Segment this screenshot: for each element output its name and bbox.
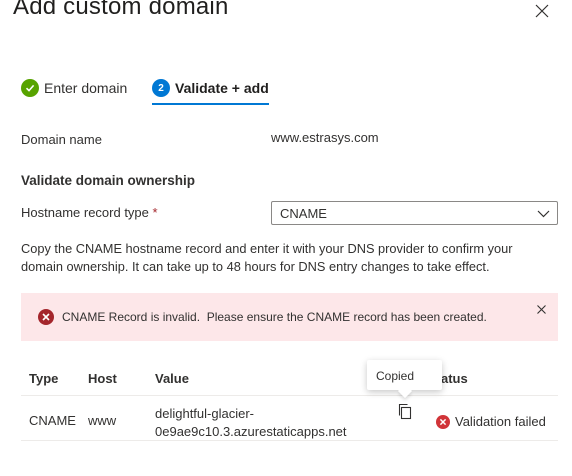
error-circle-icon (38, 309, 54, 325)
domain-name-label: Domain name (21, 132, 102, 147)
copy-icon (398, 403, 412, 420)
record-type-selected: CNAME (280, 206, 327, 221)
step-label: Enter domain (44, 80, 128, 96)
close-button[interactable] (530, 0, 554, 22)
active-step-indicator (152, 103, 269, 105)
step-validate-add[interactable]: 2 Validate + add (152, 77, 269, 99)
table-header-divider (21, 395, 558, 396)
column-header-host: Host (88, 371, 117, 386)
required-marker: * (152, 205, 158, 220)
close-icon (535, 4, 549, 18)
checkmark-circle-icon (21, 79, 39, 97)
record-type-dropdown[interactable]: CNAME (271, 201, 558, 225)
step-number-badge: 2 (152, 79, 170, 97)
validate-ownership-heading: Validate domain ownership (21, 173, 196, 188)
status-text: Validation failed (455, 414, 546, 429)
close-icon (536, 304, 546, 314)
record-type-cell: CNAME (29, 413, 76, 428)
record-type-label-text: Hostname record type (21, 205, 149, 220)
record-value-line2: 0e9ae9c10.3.azurestaticapps.net (155, 424, 347, 439)
copy-value-button[interactable] (397, 403, 413, 420)
record-type-label: Hostname record type * (21, 205, 158, 220)
record-value-line1: delightful-glacier- (155, 406, 254, 421)
step-label: Validate + add (175, 80, 269, 96)
table-row-divider (21, 440, 558, 441)
record-host-cell: www (88, 413, 117, 428)
domain-name-value: www.estrasys.com (271, 130, 379, 145)
chevron-down-icon (537, 210, 550, 218)
alert-message: CNAME Record is invalid. Please ensure t… (62, 310, 487, 324)
dns-help-text: Copy the CNAME hostname record and enter… (21, 241, 513, 274)
dialog-title: Add custom domain (13, 0, 229, 20)
validation-status: Validation failed (436, 414, 546, 429)
tooltip-text: Copied (376, 369, 415, 383)
error-circle-icon (436, 414, 450, 429)
column-header-status: atus (441, 371, 468, 386)
dismiss-alert-button[interactable] (534, 302, 548, 316)
error-alert: CNAME Record is invalid. Please ensure t… (21, 293, 558, 341)
column-header-value: Value (155, 371, 189, 386)
copied-tooltip: Copied (367, 360, 442, 399)
column-header-type: Type (29, 371, 59, 386)
step-enter-domain[interactable]: Enter domain (21, 77, 127, 99)
